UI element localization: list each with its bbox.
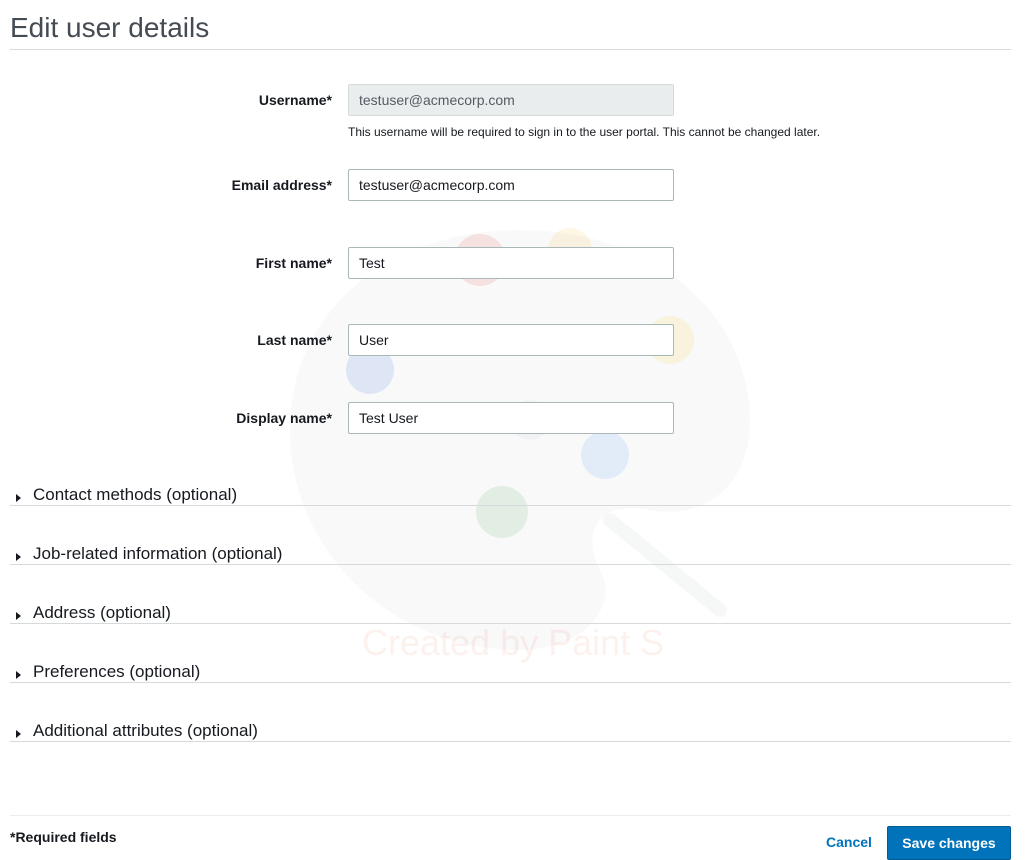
username-label: Username* (258, 92, 332, 108)
email-row: Email address* (0, 169, 1029, 201)
last-name-row: Last name* (0, 324, 1029, 356)
email-input[interactable] (348, 169, 674, 201)
section-divider (10, 741, 1011, 742)
page-title: Edit user details (10, 12, 210, 43)
save-changes-button[interactable]: Save changes (887, 826, 1011, 860)
caret-right-icon (16, 553, 21, 561)
last-name-label: Last name* (257, 332, 332, 348)
display-name-row: Display name* (0, 402, 1029, 434)
section-address[interactable]: Address (optional) (10, 603, 1011, 666)
section-preferences[interactable]: Preferences (optional) (10, 662, 1011, 725)
first-name-input[interactable] (348, 247, 674, 279)
caret-right-icon (16, 612, 21, 620)
caret-right-icon (16, 494, 21, 502)
username-row: Username* (0, 84, 1029, 116)
section-additional-attributes[interactable]: Additional attributes (optional) (10, 721, 1011, 784)
display-name-label: Display name* (236, 410, 332, 426)
footer-divider (10, 815, 1011, 816)
section-divider (10, 682, 1011, 683)
cancel-button[interactable]: Cancel (826, 834, 872, 850)
first-name-label: First name* (255, 255, 332, 271)
required-fields-note: *Required fields (10, 829, 117, 845)
section-label: Preferences (optional) (33, 662, 201, 681)
caret-right-icon (16, 671, 21, 679)
section-job-related-information[interactable]: Job-related information (optional) (10, 544, 1011, 607)
section-divider (10, 623, 1011, 624)
display-name-input[interactable] (348, 402, 674, 434)
caret-right-icon (16, 730, 21, 738)
section-contact-methods[interactable]: Contact methods (optional) (10, 485, 1011, 548)
first-name-row: First name* (0, 247, 1029, 279)
section-divider (10, 564, 1011, 565)
section-label: Additional attributes (optional) (33, 721, 258, 740)
section-label: Address (optional) (33, 603, 171, 622)
section-label: Job-related information (optional) (33, 544, 283, 563)
username-hint: This username will be required to sign i… (348, 125, 821, 139)
last-name-input[interactable] (348, 324, 674, 356)
title-divider (10, 49, 1011, 50)
email-label: Email address* (231, 177, 332, 193)
section-label: Contact methods (optional) (33, 485, 238, 504)
username-input (348, 84, 674, 116)
section-divider (10, 505, 1011, 506)
